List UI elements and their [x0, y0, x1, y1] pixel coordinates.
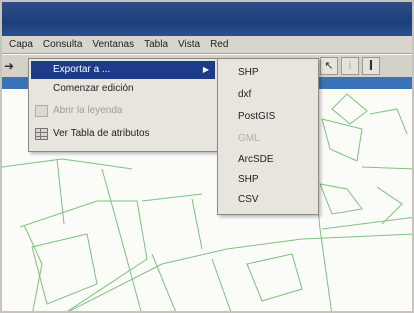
menu-item-capa[interactable]: Capa [4, 39, 38, 50]
export-format-menu: SHP dxf PostGIS GML ArcSDE SHP CSV [217, 58, 319, 215]
menu-item-tabla[interactable]: Tabla [139, 39, 173, 50]
start-editing-label: Comenzar edición [53, 83, 134, 94]
cursor-icon[interactable]: ➜ [4, 58, 18, 74]
map-parcel-line [151, 253, 176, 311]
map-parcel-line [319, 183, 363, 215]
menu-item-vista[interactable]: Vista [173, 39, 205, 50]
menu-item-consulta[interactable]: Consulta [38, 39, 87, 50]
menu-bar: Capa Consulta Ventanas Tabla Vista Red [2, 36, 412, 54]
toolbar-right-group: ↖ i I [320, 57, 380, 75]
select-icon[interactable]: ↖ [320, 57, 338, 75]
menu-item-attribute-table[interactable]: Ver Tabla de atributos [31, 125, 215, 143]
format-gml[interactable]: GML [238, 131, 260, 147]
map-parcel-line [331, 93, 368, 125]
menu-item-open-legend[interactable]: Abrir la leyenda [31, 102, 215, 120]
capa-submenu: Exportar a ... ▶ Comenzar edición Abrir … [28, 58, 218, 152]
map-parcel-line [23, 224, 43, 311]
attribute-table-label: Ver Tabla de atributos [53, 128, 150, 139]
map-parcel-line [141, 193, 203, 202]
map-parcel-line [321, 217, 412, 230]
map-parcel-line [31, 233, 98, 305]
legend-icon [35, 105, 48, 117]
info-icon[interactable]: i [341, 57, 359, 75]
format-arcsde[interactable]: ArcSDE [238, 152, 274, 168]
map-parcel-line [369, 108, 408, 135]
format-shp-2[interactable]: SHP [238, 172, 259, 188]
menu-item-start-editing[interactable]: Comenzar edición [31, 80, 215, 98]
format-csv[interactable]: CSV [238, 192, 259, 208]
title-bar[interactable] [2, 2, 412, 36]
format-postgis[interactable]: PostGIS [238, 109, 275, 125]
map-parcel-line [68, 233, 412, 311]
open-legend-label: Abrir la leyenda [53, 105, 123, 116]
text-cursor-icon[interactable]: I [362, 57, 380, 75]
format-shp[interactable]: SHP [238, 65, 259, 81]
table-icon [35, 128, 48, 140]
submenu-arrow-icon: ▶ [202, 65, 209, 74]
map-parcel-line [321, 118, 363, 162]
map-parcel-line [361, 166, 412, 170]
map-parcel-line [191, 198, 203, 250]
map-parcel-line [246, 253, 303, 302]
map-parcel-line [376, 186, 403, 225]
format-dxf[interactable]: dxf [238, 87, 251, 103]
map-parcel-line [2, 158, 133, 170]
export-label: Exportar a ... [53, 64, 111, 75]
menu-item-red[interactable]: Red [205, 39, 233, 50]
application-window: Capa Consulta Ventanas Tabla Vista Red ➜… [0, 0, 414, 313]
menu-item-export[interactable]: Exportar a ... ▶ [31, 61, 215, 79]
menu-item-ventanas[interactable]: Ventanas [87, 39, 139, 50]
map-parcel-line [211, 258, 232, 311]
